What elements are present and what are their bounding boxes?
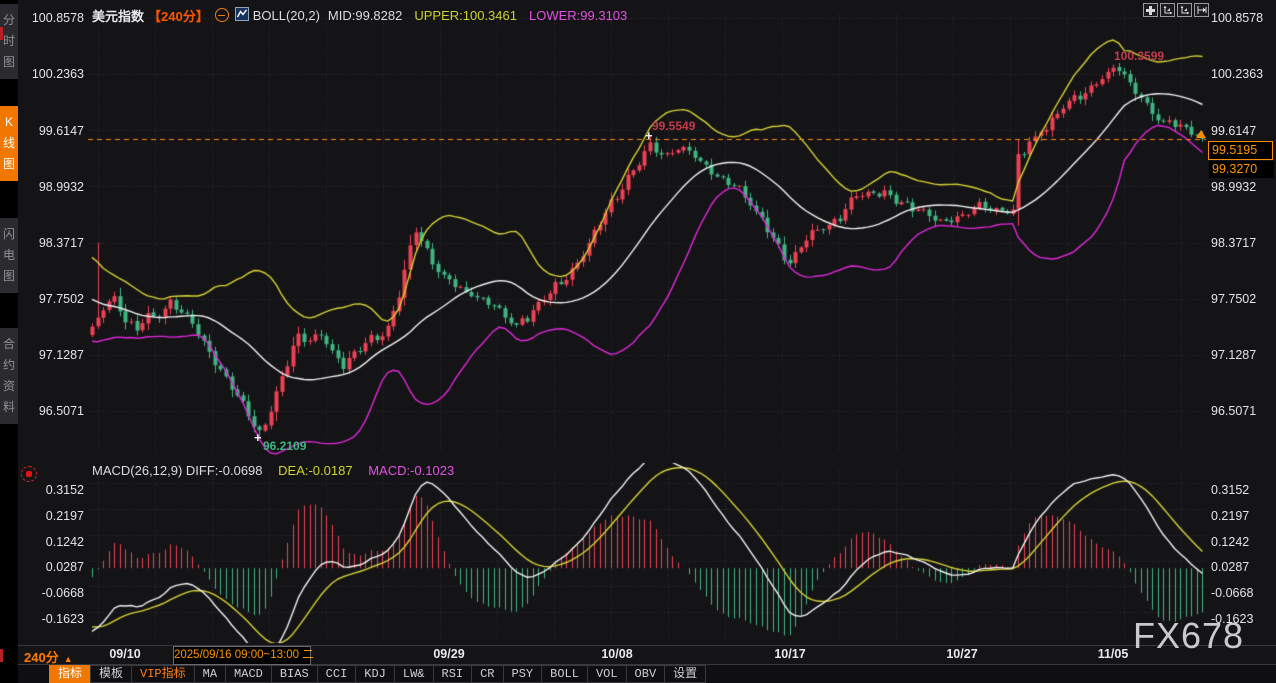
macd-title: MACD(26,12,9) DIFF:-0.0698 xyxy=(92,463,263,478)
toolbar-item-obv[interactable]: OBV xyxy=(626,665,666,683)
price-axis-label: 97.1287 xyxy=(14,348,84,362)
alarm-icon[interactable] xyxy=(21,466,37,482)
boll-indicator-label: BOLL(20,2) xyxy=(253,8,320,23)
watermark: FX678 xyxy=(1133,615,1244,657)
symbol-name: 美元指数 xyxy=(92,6,144,25)
sidebar-tab-flash[interactable]: 闪电图 xyxy=(0,218,18,293)
macd-axis-label: 0.1242 xyxy=(1211,535,1275,549)
current-price-tag: 99.5195 xyxy=(1208,141,1273,160)
sidebar-marker-top xyxy=(0,27,3,40)
swing-annotation: 96.2109 xyxy=(263,439,306,453)
swing-annotation: 99.5549 xyxy=(652,119,695,133)
price-up-arrow-icon xyxy=(1196,130,1206,138)
indicator-chart-icon xyxy=(235,7,249,24)
toolbar-item-vol[interactable]: VOL xyxy=(587,665,627,683)
price-axis-label: 98.3717 xyxy=(14,236,84,250)
macd-header: MACD(26,12,9) DIFF:-0.0698 DEA:-0.0187 M… xyxy=(92,463,454,478)
price-axis-label: 97.7502 xyxy=(14,292,84,306)
price-axis-label: 100.2363 xyxy=(1211,67,1275,81)
boll-mid-value: MID:99.8282 xyxy=(328,8,402,23)
toolbar-item-settings[interactable]: 设置 xyxy=(664,665,706,683)
trading-app: 分时图 K线图 闪电图 合约资料 美元指数 【240分】 BOLL(20,2) … xyxy=(0,0,1276,683)
macd-axis-label: 0.3152 xyxy=(1211,483,1275,497)
boll-upper-value: UPPER:100.3461 xyxy=(414,8,517,23)
date-label: 10/27 xyxy=(946,647,977,661)
secondary-price-label: 99.3270 xyxy=(1209,161,1274,178)
toolbar-item-ma[interactable]: MA xyxy=(194,665,226,683)
sidebar-tab-contract-info[interactable]: 合约资料 xyxy=(0,328,18,424)
period-selector[interactable]: 240分▲ xyxy=(24,647,73,666)
period-dropdown-arrow-icon: ▲ xyxy=(64,654,73,664)
toolbar-item-macd[interactable]: MACD xyxy=(225,665,272,683)
move-tool-button[interactable] xyxy=(1143,3,1158,17)
price-axis-label: 97.7502 xyxy=(1211,292,1275,306)
price-axis-label: 96.5071 xyxy=(1211,404,1275,418)
sidebar-tab-timeline[interactable]: 分时图 xyxy=(0,4,18,79)
price-axis-label: 97.1287 xyxy=(1211,348,1275,362)
toolbar-item-vip-indicator[interactable]: VIP指标 xyxy=(131,665,195,683)
sidebar-tab-kline[interactable]: K线图 xyxy=(0,106,18,181)
sidebar-marker-bottom xyxy=(0,649,3,662)
toolbar-item-cci[interactable]: CCI xyxy=(317,665,357,683)
toolbar-item-template[interactable]: 模板 xyxy=(90,665,132,683)
price-axis-label: 98.9932 xyxy=(14,180,84,194)
toolbar-item-lw[interactable]: LW& xyxy=(394,665,434,683)
go-to-latest-button[interactable] xyxy=(1194,3,1209,17)
toolbar-item-bias[interactable]: BIAS xyxy=(271,665,318,683)
macd-axis-label: 0.1242 xyxy=(14,535,84,549)
macd-axis-label: 0.0287 xyxy=(1211,560,1275,574)
price-axis-label: 99.6147 xyxy=(14,124,84,138)
axis-zoom-out-button[interactable] xyxy=(1177,3,1192,17)
extreme-cross-marker: + xyxy=(645,131,653,141)
price-axis-label: 98.3717 xyxy=(1211,236,1275,250)
price-axis-label: 100.8578 xyxy=(1211,11,1275,25)
swing-annotation: 100.3599 xyxy=(1114,49,1164,63)
date-label: 10/17 xyxy=(774,647,805,661)
extreme-cross-marker: + xyxy=(254,433,262,443)
crosshair-date-readout: 2025/09/16 09:00~13:00 二 xyxy=(173,646,311,665)
main-chart-header: 美元指数 【240分】 BOLL(20,2) MID:99.8282 UPPER… xyxy=(92,6,627,24)
chart-canvas[interactable] xyxy=(0,0,1276,683)
toolbar-item-indicator[interactable]: 指标 xyxy=(49,665,91,683)
toolbar-item-cr[interactable]: CR xyxy=(471,665,503,683)
macd-value: MACD:-0.1023 xyxy=(368,463,454,478)
period-badge: 【240分】 xyxy=(148,6,209,25)
toolbar-item-kdj[interactable]: KDJ xyxy=(355,665,395,683)
collapse-icon[interactable] xyxy=(215,8,229,22)
toolbar-item-rsi[interactable]: RSI xyxy=(433,665,473,683)
macd-axis-label: -0.0668 xyxy=(14,586,84,600)
date-label: 11/05 xyxy=(1098,647,1129,661)
toolbar-item-psy[interactable]: PSY xyxy=(503,665,543,683)
price-axis-label: 99.6147 xyxy=(1211,124,1275,138)
macd-axis-label: -0.0668 xyxy=(1211,586,1275,600)
axis-zoom-in-button[interactable] xyxy=(1160,3,1175,17)
macd-axis-label: -0.1623 xyxy=(14,612,84,626)
price-axis-label: 100.8578 xyxy=(14,11,84,25)
date-label: 09/29 xyxy=(433,647,464,661)
macd-axis-label: 0.2197 xyxy=(14,509,84,523)
price-axis-label: 96.5071 xyxy=(14,404,84,418)
indicator-toolbar: 指标 模板 VIP指标 MA MACD BIAS CCI KDJ LW& RSI… xyxy=(18,665,1276,683)
macd-dea-value: DEA:-0.0187 xyxy=(278,463,352,478)
date-label: 10/08 xyxy=(601,647,632,661)
toolbar-item-boll[interactable]: BOLL xyxy=(541,665,588,683)
date-label: 09/10 xyxy=(109,647,140,661)
date-axis-row: 240分▲ 09/10 09/29 10/08 10/17 10/27 11/0… xyxy=(18,646,1276,664)
macd-axis-label: 0.0287 xyxy=(14,560,84,574)
boll-lower-value: LOWER:99.3103 xyxy=(529,8,627,23)
chart-tool-buttons xyxy=(1143,3,1211,17)
sidebar: 分时图 K线图 闪电图 合约资料 xyxy=(0,0,18,683)
price-axis-label: 98.9932 xyxy=(1211,180,1275,194)
price-axis-label: 100.2363 xyxy=(14,67,84,81)
macd-axis-label: 0.3152 xyxy=(14,483,84,497)
macd-axis-label: 0.2197 xyxy=(1211,509,1275,523)
